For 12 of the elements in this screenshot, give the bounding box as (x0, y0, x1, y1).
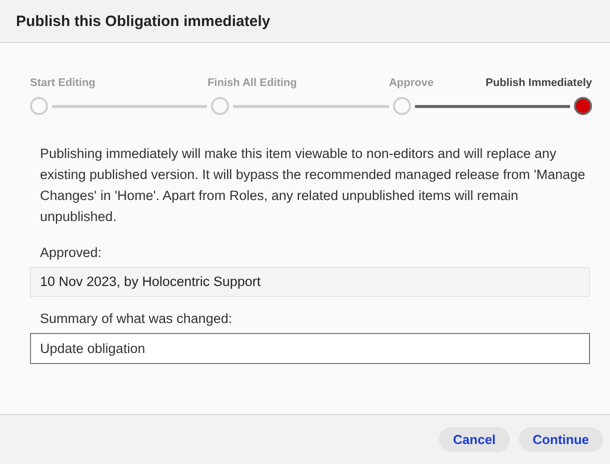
message-text: Publishing immediately will make this item viewable to non-editors and will replace any existing published version. It will bypass the recommended managed release from 'Manage Changes' in 'Home'. Apart from Roles, any related unpublished items will remain unpublished. (40, 145, 586, 226)
summary-input[interactable]: Update obligation (30, 333, 590, 364)
field-label: Summary of what was changed: (40, 311, 234, 326)
field-label: Approved: (40, 245, 103, 260)
approved-field: 10 Nov 2023, by Holocentric Support (30, 267, 590, 297)
step-label: Publish Immediately (486, 77, 592, 89)
step-label: Start Editing (30, 77, 96, 89)
cancel-button[interactable]: Cancel (439, 427, 510, 452)
step-label: Approve (388, 77, 434, 89)
continue-button[interactable]: Continue (518, 427, 603, 452)
dialog-title: Publish this Obligation immediately (16, 12, 270, 30)
step-label: Finish All Editing (207, 77, 297, 89)
